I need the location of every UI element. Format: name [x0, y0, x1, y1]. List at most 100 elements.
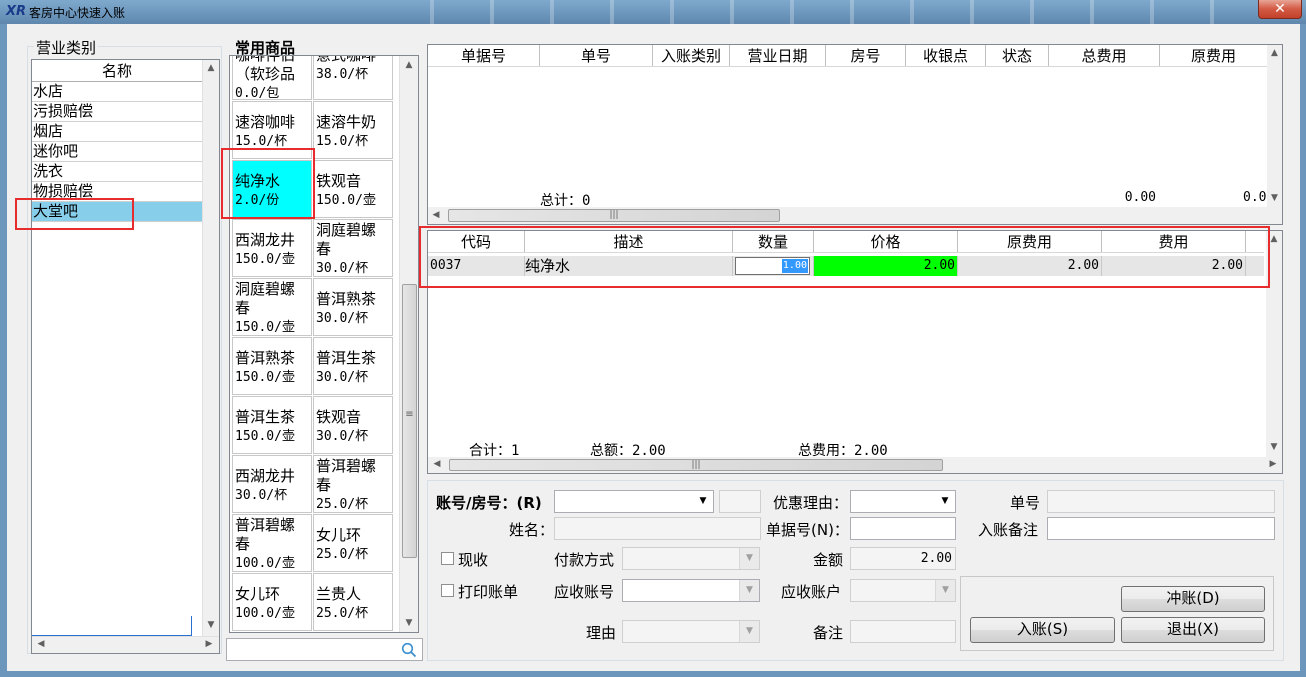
name-label: 姓名： — [509, 521, 555, 539]
bills-grid-header: 单据号 单号 入账类别 营业日期 房号 收银点 状态 总费用 原费用 — [428, 45, 1267, 67]
product-vscrollbar[interactable]: ▲ ≡ ▼ — [399, 56, 418, 632]
app-logo-icon: XR — [6, 4, 27, 19]
scroll-left-arrow-icon[interactable]: ◀ — [431, 210, 441, 220]
voucher-input[interactable] — [850, 517, 956, 540]
bills-col-header: 房号 — [826, 45, 906, 66]
product-tiles-viewport: 咖啡伴侣（软珍品 0.0/包 意式咖啡 38.0/杯 速溶咖啡 15.0/杯 速溶牛奶… — [230, 56, 398, 632]
account-label: 账号/房号：(R) — [436, 494, 542, 512]
product-search-input[interactable] — [226, 638, 423, 661]
product-tile[interactable]: 洞庭碧螺春 150.0/壶 — [232, 278, 312, 336]
scroll-up-arrow-icon[interactable]: ▲ — [1267, 48, 1282, 58]
product-tile-price: 25.0/杯 — [316, 497, 369, 512]
chevron-down-icon[interactable]: ▼ — [693, 491, 713, 512]
product-tile-price: 30.0/杯 — [316, 370, 369, 385]
product-tile[interactable]: 咖啡伴侣（软珍品 0.0/包 — [232, 56, 312, 100]
posting-remark-input[interactable] — [1047, 517, 1275, 540]
exit-button[interactable]: 退出(X) — [1121, 617, 1265, 643]
scroll-thumb[interactable]: ||| — [449, 459, 943, 471]
scroll-right-arrow-icon[interactable]: ▶ — [204, 639, 214, 649]
bills-hscrollbar[interactable]: ◀ ||| — [428, 207, 1282, 224]
scroll-up-arrow-icon[interactable]: ▲ — [203, 63, 219, 73]
category-hscrollbar[interactable]: ◀ ▶ — [32, 636, 219, 653]
product-tile[interactable]: 铁观音 30.0/杯 — [313, 396, 393, 454]
product-tile-price: 30.0/杯 — [316, 261, 369, 276]
receivable-acct-label: 应收账户 — [781, 583, 842, 601]
product-tile[interactable]: 西湖龙井 150.0/壶 — [232, 219, 312, 277]
scroll-down-arrow-icon[interactable]: ▼ — [203, 620, 219, 630]
category-group-title: 营业类别 — [34, 37, 99, 58]
product-tile-name: 普洱熟茶 — [316, 290, 377, 308]
remark-label: 备注 — [813, 624, 844, 642]
product-tile[interactable]: 西湖龙井 30.0/杯 — [232, 455, 312, 513]
bills-vscrollbar[interactable]: ▲ ▼ — [1267, 45, 1282, 207]
category-new-row[interactable] — [32, 616, 192, 636]
chevron-down-icon: ▼ — [935, 580, 955, 601]
category-item[interactable]: 烟店 — [32, 122, 202, 142]
items-footer: 合计：1 总额：2.00 总费用：2.00 — [428, 437, 958, 459]
bills-summary-total-cell: 0.00 — [1050, 187, 1162, 207]
reason-label: 理由 — [586, 624, 617, 642]
product-tile[interactable]: 女儿环 100.0/壶 — [232, 573, 312, 631]
cash-label: 现收 — [458, 551, 489, 569]
product-tile[interactable]: 普洱生茶 30.0/杯 — [313, 337, 393, 395]
scroll-up-arrow-icon[interactable]: ▲ — [400, 60, 418, 70]
scroll-down-arrow-icon[interactable]: ▼ — [400, 618, 418, 628]
product-tile[interactable]: 速溶牛奶 15.0/杯 — [313, 101, 393, 159]
scroll-down-arrow-icon[interactable]: ▼ — [1266, 442, 1282, 452]
product-tile[interactable]: 意式咖啡 38.0/杯 — [313, 56, 393, 100]
product-tile-price: 100.0/壶 — [235, 606, 295, 621]
print-checkbox[interactable] — [441, 584, 454, 597]
product-tile[interactable]: 女儿环 25.0/杯 — [313, 514, 393, 572]
post-button[interactable]: 入账(S) — [970, 617, 1115, 643]
product-tile-name: 西湖龙井 — [235, 467, 296, 485]
scroll-down-arrow-icon[interactable]: ▼ — [1267, 193, 1282, 203]
cash-checkbox[interactable] — [441, 552, 454, 565]
scroll-thumb[interactable]: ||| — [448, 209, 780, 222]
scroll-left-arrow-icon[interactable]: ◀ — [432, 459, 442, 469]
highlight-box-items — [419, 226, 1270, 288]
product-tile[interactable]: 洞庭碧螺春 30.0/杯 — [313, 219, 393, 277]
bills-col-header: 营业日期 — [730, 45, 826, 66]
discount-combo[interactable]: ▼ — [850, 490, 956, 513]
pay-method-combo: ▼ — [622, 547, 760, 570]
account-combo[interactable]: ▼ — [554, 490, 714, 513]
product-tile[interactable]: 普洱生茶 150.0/壶 — [232, 396, 312, 454]
product-tile[interactable]: 普洱熟茶 150.0/壶 — [232, 337, 312, 395]
bills-grid[interactable]: 单据号 单号 入账类别 营业日期 房号 收银点 状态 总费用 原费用 总计：0 … — [427, 44, 1283, 225]
order-no-label: 单号 — [1010, 494, 1041, 512]
posting-remark-label: 入账备注 — [978, 521, 1039, 539]
category-item[interactable]: 污损赔偿 — [32, 102, 202, 122]
category-list[interactable]: 名称 水店 污损赔偿 烟店 迷你吧 洗衣 物损赔偿 大堂吧 ▲ ▼ ◀ ▶ — [31, 59, 220, 654]
product-tile-name: 铁观音 — [316, 172, 362, 190]
product-tile[interactable]: 普洱熟茶 30.0/杯 — [313, 278, 393, 336]
product-tile[interactable]: 普洱碧螺春 25.0/杯 — [313, 455, 393, 513]
scroll-left-arrow-icon[interactable]: ◀ — [36, 639, 46, 649]
chevron-down-icon: ▼ — [739, 621, 759, 642]
close-button[interactable]: ✕ — [1258, 0, 1302, 19]
category-item[interactable]: 迷你吧 — [32, 142, 202, 162]
reverse-button[interactable]: 冲账(D) — [1121, 586, 1265, 612]
items-hscrollbar[interactable]: ◀ ||| ▶ — [428, 457, 1282, 473]
bills-col-header: 状态 — [986, 45, 1049, 66]
search-icon[interactable] — [401, 642, 417, 658]
grip-icon: ||| — [609, 210, 619, 220]
product-tile-price: 0.0/包 — [235, 86, 280, 100]
product-tile-name: 洞庭碧螺春 — [235, 280, 296, 317]
scroll-right-arrow-icon[interactable]: ▶ — [1268, 459, 1278, 469]
chevron-down-icon[interactable]: ▼ — [739, 580, 759, 601]
product-tile[interactable]: 铁观音 150.0/壶 — [313, 160, 393, 218]
product-tile[interactable]: 兰贵人 25.0/杯 — [313, 573, 393, 631]
product-tile-price: 25.0/杯 — [316, 606, 369, 621]
amount-label: 金额 — [813, 551, 844, 569]
product-tile-name: 普洱生茶 — [316, 349, 377, 367]
product-tile-price: 150.0/壶 — [235, 320, 295, 335]
scroll-thumb[interactable]: ≡ — [402, 284, 417, 558]
product-tile[interactable]: 普洱碧螺春 100.0/壶 — [232, 514, 312, 572]
receivable-no-combo[interactable]: ▼ — [622, 579, 760, 602]
highlight-box-product — [221, 148, 315, 219]
chevron-down-icon[interactable]: ▼ — [935, 491, 955, 512]
category-item[interactable]: 水店 — [32, 82, 202, 102]
remark-field — [850, 620, 956, 643]
category-vscrollbar[interactable]: ▲ ▼ — [202, 60, 219, 636]
category-item[interactable]: 洗衣 — [32, 162, 202, 182]
